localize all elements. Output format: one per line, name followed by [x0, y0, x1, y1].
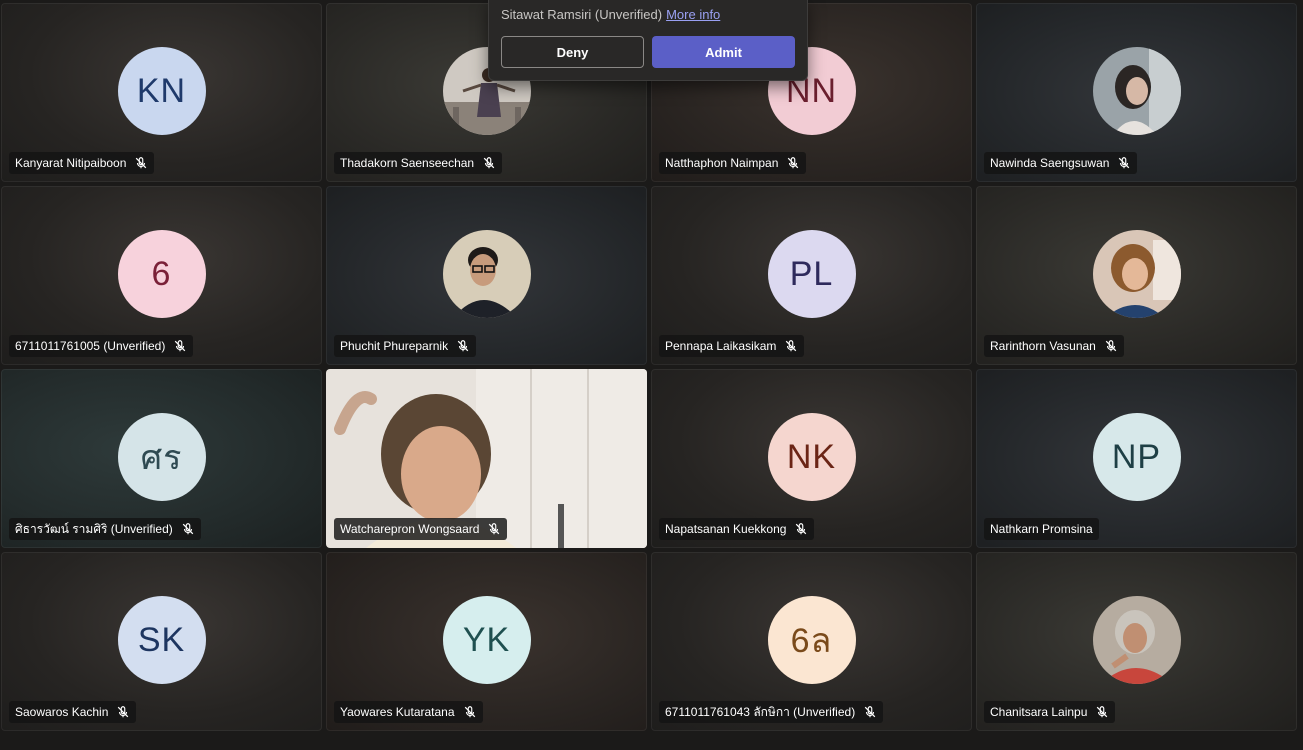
participant-tile[interactable]: 6ล 6711011761043 ลักษิกา (Unverified): [651, 552, 972, 731]
participant-name-tag: Napatsanan Kuekkong: [659, 518, 815, 540]
participant-name: Thadakorn Saenseechan: [340, 156, 475, 170]
participant-name: 6711011761005 (Unverified): [15, 339, 166, 353]
participant-name: Phuchit Phureparnik: [340, 339, 449, 353]
participant-avatar-initials: 6: [117, 230, 206, 318]
participant-tile[interactable]: SK Saowaros Kachin: [1, 552, 322, 731]
participant-name-tag: Nathkarn Promsina: [984, 518, 1099, 540]
participant-name: Watcharepron Wongsaard: [340, 522, 480, 536]
mic-off-icon: [116, 705, 130, 719]
participant-tile[interactable]: ศรศิธารวัฒน์ รามศิริ (Unverified): [1, 369, 322, 548]
participant-name-tag: ศิธารวัฒน์ รามศิริ (Unverified): [9, 518, 201, 540]
participant-name: Natthaphon Naimpan: [665, 156, 779, 170]
participant-name-tag: 6711011761005 (Unverified): [9, 335, 194, 357]
participant-name-tag: Phuchit Phureparnik: [334, 335, 477, 357]
participant-tile[interactable]: Watcharepron Wongsaard: [326, 369, 647, 548]
participant-tile[interactable]: Chanitsara Lainpu: [976, 552, 1297, 731]
participant-name-tag: Natthaphon Naimpan: [659, 152, 807, 174]
mic-off-icon: [863, 705, 877, 719]
participant-avatar-photo: [1092, 47, 1181, 135]
mic-off-icon: [786, 156, 800, 170]
participant-name: 6711011761043 ลักษิกา (Unverified): [665, 704, 856, 719]
participant-avatar-initials: ศร: [117, 413, 206, 501]
mic-off-icon: [173, 339, 187, 353]
participant-avatar-initials: YK: [442, 596, 531, 684]
participant-name-tag: Kanyarat Nitipaiboon: [9, 152, 155, 174]
participant-name-tag: Saowaros Kachin: [9, 701, 137, 723]
mic-off-icon: [784, 339, 798, 353]
lobby-participant-name: Sitawat Ramsiri (Unverified): [501, 7, 663, 22]
participant-name-tag: Nawinda Saengsuwan: [984, 152, 1138, 174]
participant-avatar-initials: PL: [767, 230, 856, 318]
participant-tile[interactable]: YK Yaowares Kutaratana: [326, 552, 647, 731]
participant-name-tag: Rarinthorn Vasunan: [984, 335, 1124, 357]
participant-avatar-photo: [1092, 596, 1181, 684]
participant-name: Napatsanan Kuekkong: [665, 522, 787, 536]
mic-off-icon: [794, 522, 808, 536]
participant-name-tag: Watcharepron Wongsaard: [334, 518, 508, 540]
mic-off-icon: [456, 339, 470, 353]
mic-off-icon: [1104, 339, 1118, 353]
mic-off-icon: [181, 522, 195, 536]
participant-name: Pennapa Laikasikam: [665, 339, 777, 353]
participant-name-tag: Yaowares Kutaratana: [334, 701, 483, 723]
participant-tile[interactable]: KN Kanyarat Nitipaiboon: [1, 3, 322, 182]
participant-tile[interactable]: NK Napatsanan Kuekkong: [651, 369, 972, 548]
participant-name: Saowaros Kachin: [15, 705, 109, 719]
video-grid: KN Kanyarat Nitipaiboon Thadakorn Saenseec…: [0, 3, 1297, 731]
participant-tile[interactable]: Rarinthorn Vasunan: [976, 186, 1297, 365]
participant-name: Rarinthorn Vasunan: [990, 339, 1096, 353]
participant-name-tag: Thadakorn Saenseechan: [334, 152, 503, 174]
mic-off-icon: [1095, 705, 1109, 719]
participant-tile[interactable]: Phuchit Phureparnik: [326, 186, 647, 365]
participant-name: Nawinda Saengsuwan: [990, 156, 1110, 170]
mic-off-icon: [482, 156, 496, 170]
mic-off-icon: [1117, 156, 1131, 170]
participant-tile[interactable]: PL Pennapa Laikasikam: [651, 186, 972, 365]
more-info-link[interactable]: More info: [666, 7, 720, 22]
participant-avatar-initials: KN: [117, 47, 206, 135]
participant-name-tag: 6711011761043 ลักษิกา (Unverified): [659, 701, 884, 723]
participant-name-tag: Pennapa Laikasikam: [659, 335, 805, 357]
participant-avatar-initials: NP: [1092, 413, 1181, 501]
mic-off-icon: [487, 522, 501, 536]
participant-name: Nathkarn Promsina: [990, 522, 1093, 536]
participant-avatar-initials: 6ล: [767, 596, 856, 684]
participant-tile[interactable]: Nawinda Saengsuwan: [976, 3, 1297, 182]
admit-button[interactable]: Admit: [652, 36, 795, 68]
participant-tile[interactable]: 6 6711011761005 (Unverified): [1, 186, 322, 365]
participant-avatar-initials: SK: [117, 596, 206, 684]
lobby-message: Sitawat Ramsiri (Unverified) More info: [501, 7, 720, 22]
lobby-admit-notification: Sitawat Ramsiri (Unverified) More info De…: [488, 0, 808, 81]
participant-name: Kanyarat Nitipaiboon: [15, 156, 127, 170]
deny-button[interactable]: Deny: [501, 36, 644, 68]
mic-off-icon: [463, 705, 477, 719]
mic-off-icon: [134, 156, 148, 170]
participant-tile[interactable]: NP Nathkarn Promsina: [976, 369, 1297, 548]
participant-name-tag: Chanitsara Lainpu: [984, 701, 1116, 723]
participant-avatar-photo: [442, 230, 531, 318]
participant-name: Chanitsara Lainpu: [990, 705, 1088, 719]
participant-name: Yaowares Kutaratana: [340, 705, 455, 719]
participant-name: ศิธารวัฒน์ รามศิริ (Unverified): [15, 521, 173, 536]
participant-avatar-photo: [1092, 230, 1181, 318]
participant-avatar-initials: NK: [767, 413, 856, 501]
